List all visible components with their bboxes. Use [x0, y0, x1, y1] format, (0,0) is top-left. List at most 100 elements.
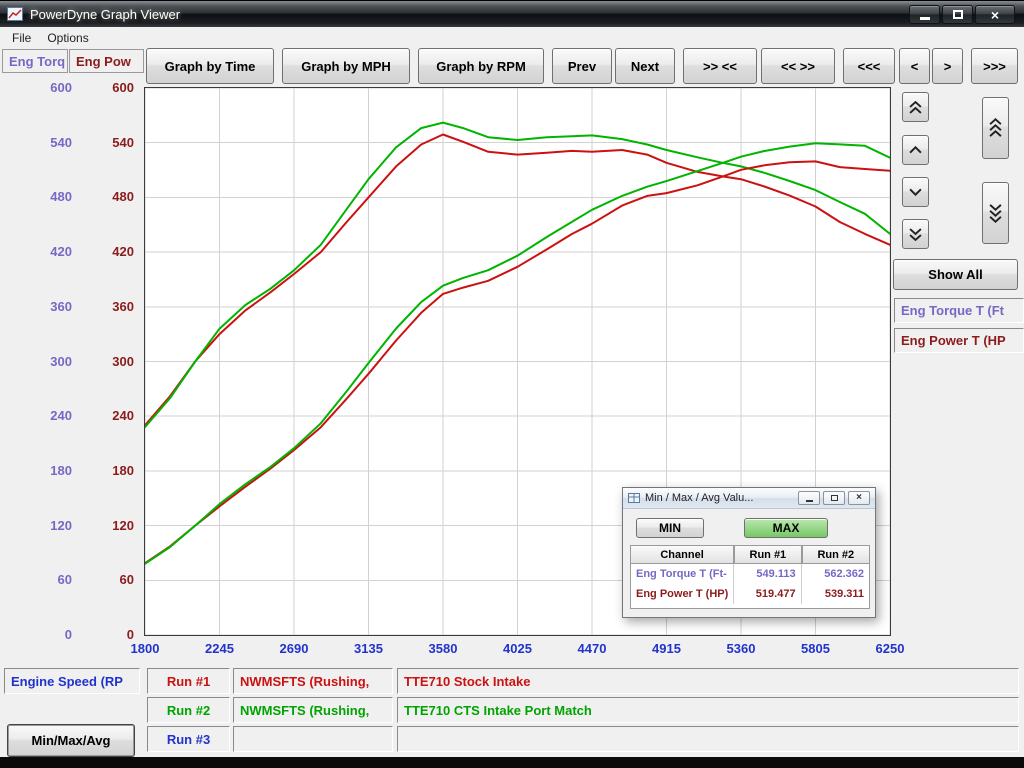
zoom-out-button[interactable]: << >> — [761, 48, 835, 84]
close-button[interactable]: × — [975, 5, 1015, 24]
scroll-multi-up-button[interactable] — [982, 97, 1009, 159]
power-axis-tab-label: Eng Pow — [76, 54, 131, 69]
minmax-table: Channel Run #1 Run #2 Eng Torque T (Ft- … — [630, 545, 870, 609]
restore-icon — [831, 495, 838, 501]
max-toggle-button[interactable]: MAX — [744, 518, 828, 538]
min-toggle-button[interactable]: MIN — [636, 518, 704, 538]
minmax-restore-button[interactable] — [823, 491, 845, 505]
screen-bottom-edge — [0, 757, 1024, 768]
run2-name-field: NWMSFTS (Rushing, — [233, 697, 393, 723]
x-tick-label: 2245 — [205, 641, 234, 656]
triple-chevron-down-icon — [989, 203, 1002, 223]
prev-button[interactable]: Prev — [552, 48, 612, 84]
y-tick-label: 180 — [50, 463, 72, 478]
minmaxavg-button[interactable]: Min/Max/Avg — [7, 724, 135, 757]
chevron-down-icon — [909, 188, 922, 196]
minmax-minimize-button[interactable] — [798, 491, 820, 505]
torque-axis-tab[interactable]: Eng Torq — [2, 49, 68, 73]
menu-file[interactable]: File — [4, 29, 39, 47]
y-tick-label: 360 — [50, 299, 72, 314]
y-tick-label: 540 — [50, 135, 72, 150]
rpm-x-axis: 1800224526903135358040254470491553605805… — [145, 641, 890, 659]
column-header-run1[interactable]: Run #1 — [734, 546, 801, 564]
y-tick-label: 0 — [65, 627, 72, 642]
y-tick-label: 240 — [112, 408, 134, 423]
minmax-close-button[interactable]: × — [848, 491, 870, 505]
x-tick-label: 5805 — [801, 641, 830, 656]
scroll-down-button[interactable] — [902, 177, 929, 207]
torque-channel-legend: Eng Torque T (Ft — [894, 298, 1024, 323]
minmax-window-icon — [628, 493, 640, 503]
minmax-table-header: Channel Run #1 Run #2 — [631, 546, 869, 564]
minmax-values-window: Min / Max / Avg Valu... × MIN MAX Channe… — [622, 487, 876, 618]
title-bar[interactable]: PowerDyne Graph Viewer × — [0, 0, 1024, 27]
torque-channel-cell: Eng Torque T (Ft- — [631, 564, 734, 584]
zoom-in-button[interactable]: >> << — [683, 48, 757, 84]
y-tick-label: 300 — [50, 354, 72, 369]
next-button[interactable]: Next — [615, 48, 675, 84]
scroll-up-button[interactable] — [902, 135, 929, 165]
jump-last-button[interactable]: >>> — [971, 48, 1018, 84]
run1-label-field: Run #1 — [147, 668, 230, 694]
menu-options[interactable]: Options — [39, 29, 96, 47]
y-tick-label: 240 — [50, 408, 72, 423]
run3-label-field: Run #3 — [147, 726, 230, 752]
torque-run1-max: 549.113 — [734, 564, 801, 584]
app-icon — [7, 7, 23, 21]
step-forward-button[interactable]: > — [932, 48, 963, 84]
run1-name-field: NWMSFTS (Rushing, — [233, 668, 393, 694]
run2-description: TTE710 CTS Intake Port Match — [404, 703, 592, 718]
app-window: PowerDyne Graph Viewer × File Options En… — [0, 0, 1024, 768]
run3-description-field — [397, 726, 1019, 752]
run2-description-field: TTE710 CTS Intake Port Match — [397, 697, 1019, 723]
caption-buttons: × — [909, 5, 1015, 24]
graph-by-mph-button[interactable]: Graph by MPH — [282, 48, 410, 84]
run2-label: Run #2 — [167, 703, 210, 718]
close-icon: × — [991, 8, 999, 22]
x-tick-label: 4025 — [503, 641, 532, 656]
x-tick-label: 4470 — [578, 641, 607, 656]
graph-by-rpm-button[interactable]: Graph by RPM — [418, 48, 544, 84]
torque-y-axis: 060120180240300360420480540600 — [26, 88, 74, 635]
scroll-double-up-button[interactable] — [902, 92, 929, 122]
y-tick-label: 60 — [120, 572, 134, 587]
column-header-run2[interactable]: Run #2 — [802, 546, 869, 564]
show-all-button[interactable]: Show All — [893, 259, 1018, 290]
close-icon: × — [856, 493, 862, 503]
step-back-button[interactable]: < — [899, 48, 930, 84]
y-tick-label: 360 — [112, 299, 134, 314]
x-tick-label: 1800 — [131, 641, 160, 656]
column-header-channel[interactable]: Channel — [631, 546, 734, 564]
run2-name: NWMSFTS (Rushing, — [240, 703, 369, 718]
torque-run2-max: 562.362 — [802, 564, 869, 584]
y-tick-label: 60 — [58, 572, 72, 587]
triple-chevron-up-icon — [989, 118, 1002, 138]
power-axis-tab[interactable]: Eng Pow — [69, 49, 144, 73]
graph-by-time-button[interactable]: Graph by Time — [146, 48, 274, 84]
y-tick-label: 540 — [112, 135, 134, 150]
y-tick-label: 480 — [50, 189, 72, 204]
x-tick-label: 6250 — [876, 641, 905, 656]
jump-first-button[interactable]: <<< — [843, 48, 895, 84]
chevron-up-icon — [909, 146, 922, 154]
maximize-icon — [953, 10, 963, 19]
menu-bar: File Options — [0, 28, 1024, 47]
x-tick-label: 4915 — [652, 641, 681, 656]
run1-description: TTE710 Stock Intake — [404, 674, 530, 689]
double-chevron-down-icon — [909, 228, 922, 241]
run3-label: Run #3 — [167, 732, 210, 747]
y-tick-label: 600 — [50, 80, 72, 95]
minimize-button[interactable] — [909, 5, 940, 24]
run2-label-field: Run #2 — [147, 697, 230, 723]
x-tick-label: 2690 — [280, 641, 309, 656]
scroll-multi-down-button[interactable] — [982, 182, 1009, 244]
power-channel-legend: Eng Power T (HP — [894, 328, 1024, 353]
maximize-button[interactable] — [942, 5, 973, 24]
y-tick-label: 600 — [112, 80, 134, 95]
run1-name: NWMSFTS (Rushing, — [240, 674, 369, 689]
scroll-double-down-button[interactable] — [902, 219, 929, 249]
run1-description-field: TTE710 Stock Intake — [397, 668, 1019, 694]
x-tick-label: 3580 — [429, 641, 458, 656]
minmax-title-bar[interactable]: Min / Max / Avg Valu... × — [623, 488, 875, 509]
x-tick-label: 5360 — [727, 641, 756, 656]
